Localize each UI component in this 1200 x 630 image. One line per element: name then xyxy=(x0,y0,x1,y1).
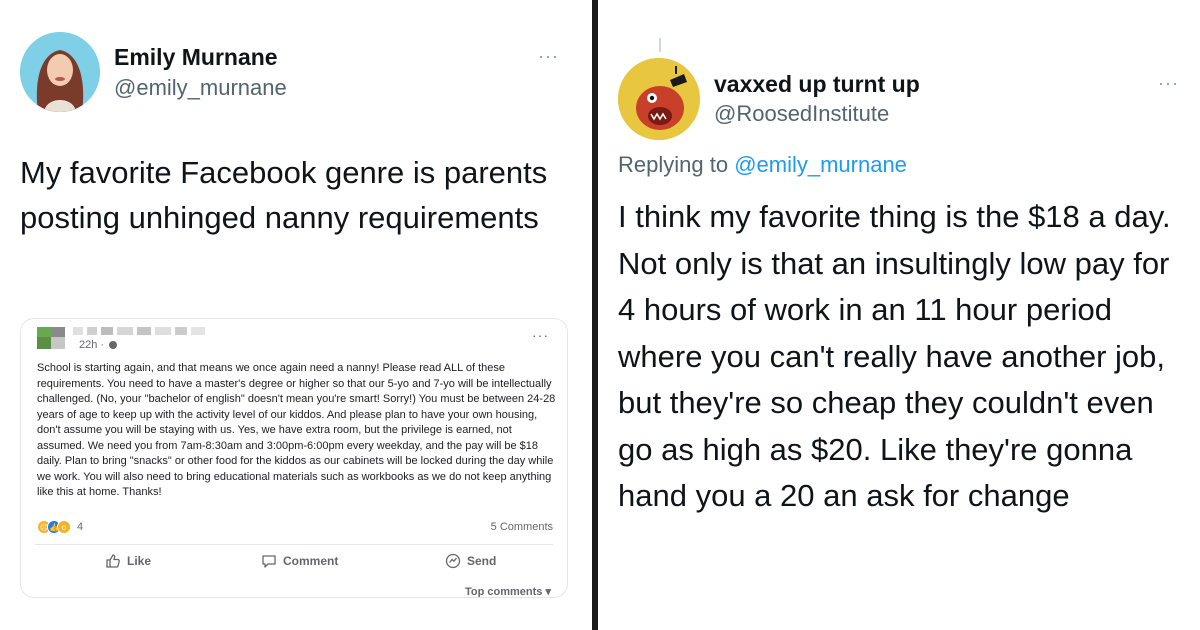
avatar[interactable] xyxy=(618,58,700,140)
comments-count[interactable]: 5 Comments xyxy=(491,521,553,533)
reactions[interactable]: ☹ 👍 o 4 xyxy=(37,519,83,535)
thumbs-up-icon xyxy=(106,554,120,568)
left-tweet: Emily Murnane @emily_murnane ··· My favo… xyxy=(0,0,592,630)
replying-prefix: Replying to xyxy=(618,152,735,177)
post-body: School is starting again, and that means… xyxy=(37,362,556,498)
comment-label: Comment xyxy=(283,554,339,568)
comment-icon xyxy=(262,555,276,568)
replying-to: Replying to @emily_murnane xyxy=(618,152,907,178)
reply-tweet: vaxxed up turnt up @RoosedInstitute ··· … xyxy=(598,0,1200,630)
send-button[interactable]: Send xyxy=(445,553,496,569)
post-options-icon[interactable]: ··· xyxy=(532,327,549,343)
avatar[interactable] xyxy=(20,32,100,112)
more-horizontal-icon[interactable]: ··· xyxy=(1158,73,1179,94)
tweet-text: My favorite Facebook genre is parents po… xyxy=(20,155,548,235)
like-label: Like xyxy=(127,554,152,568)
comment-button[interactable]: Comment xyxy=(261,553,338,569)
top-comments-dropdown[interactable]: Top comments ▾ xyxy=(465,585,551,597)
divider xyxy=(35,544,553,545)
like-button[interactable]: Like xyxy=(105,553,151,569)
reaction-count: 4 xyxy=(77,521,84,533)
wow-reaction-icon: o xyxy=(57,520,71,534)
author-name[interactable]: vaxxed up turnt up xyxy=(714,71,920,98)
globe-icon xyxy=(109,341,118,350)
mention-link[interactable]: @emily_murnane xyxy=(734,152,907,177)
author-handle[interactable]: @emily_murnane xyxy=(114,75,287,101)
tweet-text: I think my favorite thing is the $18 a d… xyxy=(618,199,1171,513)
messenger-icon xyxy=(445,553,461,569)
blurred-profile-image xyxy=(37,327,205,349)
author-handle[interactable]: @RoosedInstitute xyxy=(714,101,889,127)
more-horizontal-icon[interactable]: ··· xyxy=(538,46,559,67)
send-label: Send xyxy=(467,554,497,568)
thread-line xyxy=(659,38,661,52)
embedded-facebook-post: 22h · ··· School is starting again, and … xyxy=(20,318,568,598)
post-timestamp: 22h · xyxy=(79,339,118,351)
author-name[interactable]: Emily Murnane xyxy=(114,44,278,71)
